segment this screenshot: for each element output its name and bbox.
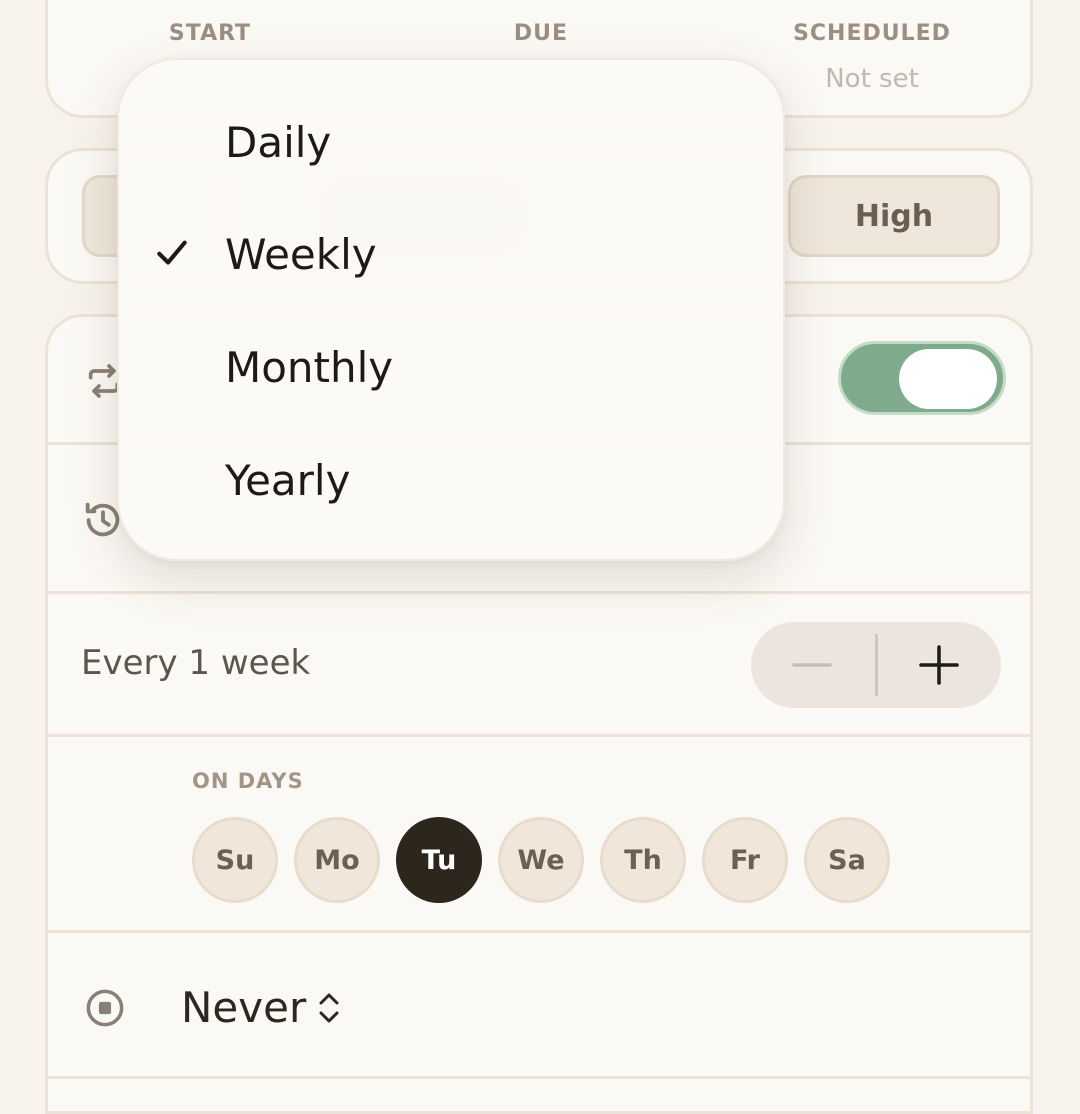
- minus-icon: [792, 663, 832, 667]
- end-condition-value: Never: [181, 983, 307, 1032]
- divider: [48, 734, 1030, 737]
- divider: [48, 1076, 1030, 1079]
- start-date-field[interactable]: START: [60, 21, 360, 46]
- menu-item-weekly[interactable]: Weekly: [119, 200, 783, 312]
- menu-item-label: Monthly: [225, 343, 394, 392]
- plus-icon: [919, 645, 959, 685]
- divider: [48, 591, 1030, 594]
- day-thursday[interactable]: Th: [600, 817, 686, 903]
- decrement-button[interactable]: [751, 622, 875, 708]
- frequency-menu: Daily Weekly Monthly Yearly: [117, 58, 785, 561]
- end-condition-select[interactable]: Never: [181, 983, 342, 1032]
- day-wednesday[interactable]: We: [498, 817, 584, 903]
- priority-high-button[interactable]: High: [788, 175, 1000, 257]
- interval-label: Every 1 week: [81, 643, 311, 683]
- stop-circle-icon: [86, 989, 124, 1027]
- day-tuesday[interactable]: Tu: [396, 817, 482, 903]
- menu-item-daily[interactable]: Daily: [119, 88, 783, 200]
- interval-stepper[interactable]: [751, 622, 1001, 708]
- toggle-knob: [899, 349, 997, 409]
- divider: [48, 930, 1030, 933]
- day-saturday[interactable]: Sa: [804, 817, 890, 903]
- menu-item-monthly[interactable]: Monthly: [119, 313, 783, 425]
- day-monday[interactable]: Mo: [294, 817, 380, 903]
- menu-item-label: Weekly: [225, 230, 377, 279]
- checkmark-icon: [157, 240, 187, 265]
- day-friday[interactable]: Fr: [702, 817, 788, 903]
- scheduled-label: SCHEDULED: [793, 21, 951, 46]
- increment-button[interactable]: [878, 622, 1001, 708]
- menu-item-label: Daily: [225, 118, 332, 167]
- recurrence-toggle[interactable]: [838, 341, 1006, 415]
- menu-item-yearly[interactable]: Yearly: [119, 426, 783, 538]
- chevron-up-down-icon: [319, 993, 339, 1022]
- menu-item-label: Yearly: [225, 456, 351, 505]
- due-label: DUE: [513, 21, 569, 46]
- day-sunday[interactable]: Su: [192, 817, 278, 903]
- start-label: START: [168, 21, 252, 46]
- due-date-field[interactable]: DUE: [391, 21, 691, 46]
- on-days-label: ON DAYS: [192, 769, 304, 793]
